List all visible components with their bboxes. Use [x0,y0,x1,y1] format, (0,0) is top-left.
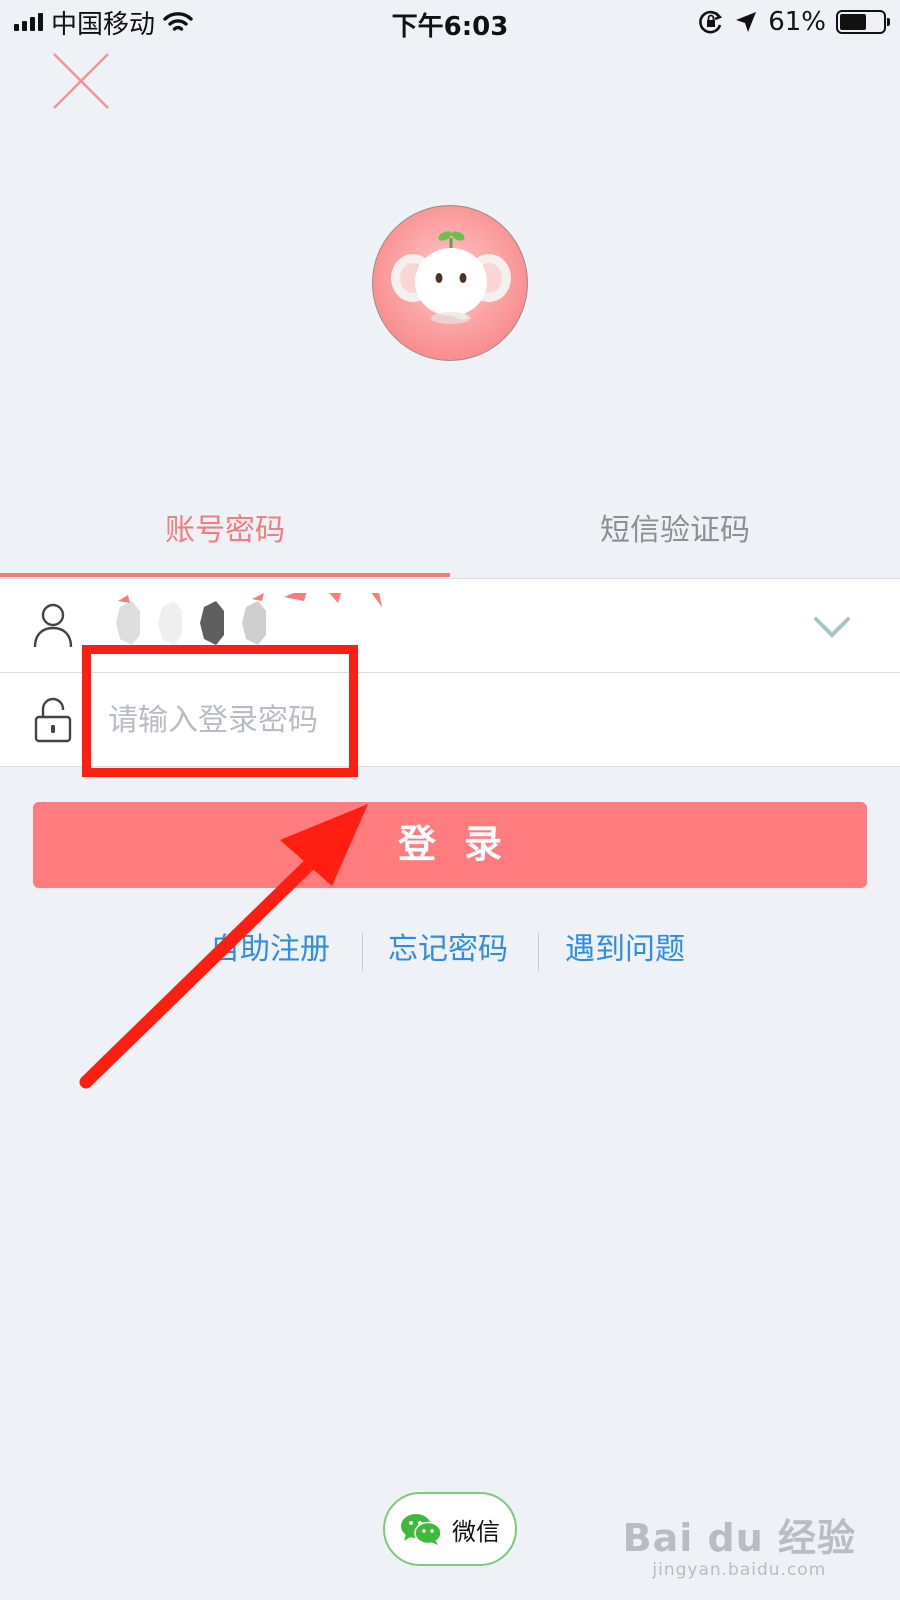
login-screen: 中国移动 下午6:03 61% 账号密码 短信验证码 登录 自助注册 忘记密码 … [0,0,900,1600]
battery-icon [836,10,890,34]
tab-sms-code[interactable]: 短信验证码 [450,500,900,580]
watermark-url: jingyan.baidu.com [652,1560,827,1580]
location-icon [736,12,757,32]
battery-percent: 61% [768,7,826,37]
app-logo-avatar [372,205,528,361]
account-row[interactable] [0,579,900,673]
wechat-label: 微信 [452,1517,500,1546]
login-method-tabs: 账号密码 短信验证码 [0,500,900,580]
password-input[interactable] [108,691,808,749]
tab-account-password[interactable]: 账号密码 [0,500,450,580]
login-button[interactable]: 登录 [33,802,867,888]
lock-icon [34,697,72,743]
wechat-login-button[interactable]: 微信 [383,1492,517,1566]
elephant-mascot-icon [391,231,511,324]
account-value-masked [116,593,382,645]
status-bar: 中国移动 下午6:03 61% [0,0,900,46]
link-divider [538,933,539,971]
forgot-password-link[interactable]: 忘记密码 [388,925,508,975]
active-tab-indicator [0,573,450,577]
watermark-logo: Bai du 经验 [622,1516,856,1560]
chevron-down-icon[interactable] [812,607,852,647]
close-icon[interactable] [50,50,112,112]
help-links: 自助注册 忘记密码 遇到问题 [0,925,900,975]
rotation-lock-icon [699,10,723,34]
register-link[interactable]: 自助注册 [210,925,330,975]
status-right: 61% [698,6,890,38]
baidu-jingyan-watermark: Bai du 经验 jingyan.baidu.com [623,1516,856,1580]
link-divider [362,933,363,971]
wechat-icon [401,1514,442,1545]
user-icon [33,603,73,648]
help-problem-link[interactable]: 遇到问题 [565,925,685,975]
login-form [0,578,900,767]
password-row[interactable] [0,673,900,767]
